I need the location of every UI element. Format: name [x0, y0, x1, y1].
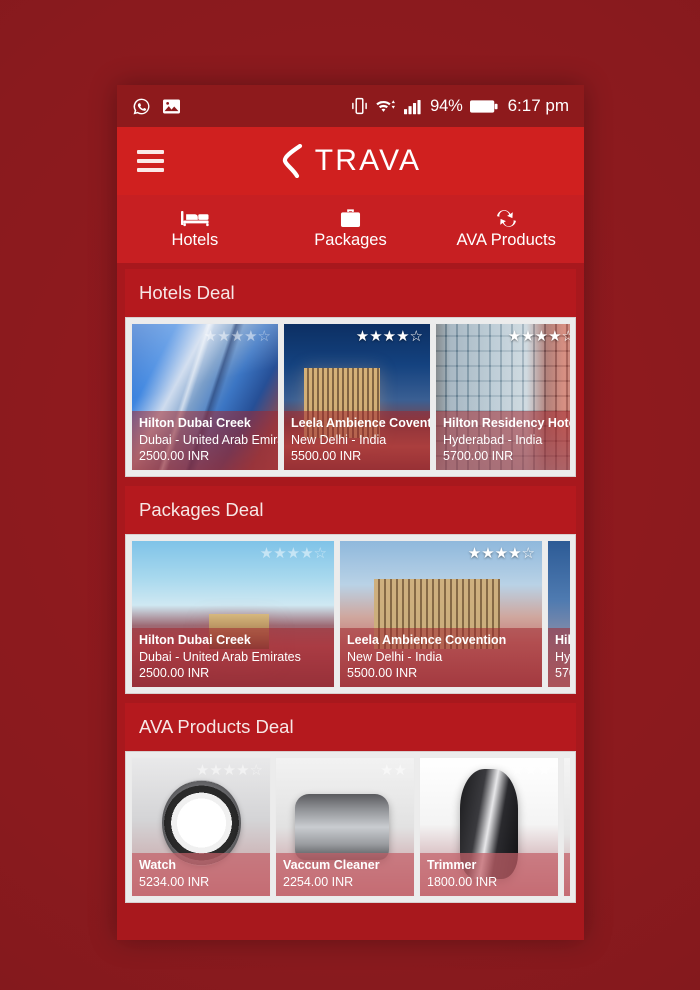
hotel-name: Hilton Dubai Creek: [139, 415, 251, 430]
whatsapp-icon: [132, 97, 151, 116]
hamburger-menu-icon[interactable]: [137, 150, 164, 172]
product-caption: Ba 12: [564, 853, 570, 896]
package-price: 5500.00 INR: [347, 665, 418, 680]
section-packages-deal: Packages Deal ★★★★☆ Hilton Dubai Creek D…: [125, 486, 576, 694]
hotel-location: Dubai - United Arab Emirates: [139, 432, 278, 447]
star-rating: ★★★★☆: [507, 328, 570, 345]
section-title-packages-deal: Packages Deal: [125, 486, 576, 534]
hotel-caption: Hilton Residency Hotel Hyderabad - India…: [436, 410, 570, 470]
star-rating: ★★★★☆: [355, 328, 423, 345]
product-caption: Trimmer 1800.00 INR: [420, 853, 558, 896]
product-price: 2254.00 INR: [283, 874, 354, 889]
package-location: Hyd: [555, 649, 570, 664]
package-deal-card-partial[interactable]: Hilto Hyd 570: [547, 540, 570, 688]
tab-hotels-label: Hotels: [171, 231, 219, 249]
product-name: Watch: [139, 858, 177, 873]
photo-icon: [162, 98, 181, 115]
section-ava-products-deal: AVA Products Deal ★★★★☆ Watch 5234.00 IN…: [125, 703, 576, 903]
status-bar-clock: 6:17 pm: [507, 96, 569, 115]
content-scroll-area[interactable]: Hotels Deal ★★★★☆ Hilton Dubai Creek Dub…: [117, 263, 584, 940]
hotel-price: 2500.00 INR: [139, 448, 210, 463]
tab-packages-label: Packages: [314, 231, 387, 249]
tab-hotels[interactable]: Hotels: [117, 195, 273, 263]
hotel-deal-card[interactable]: ★★★★☆ Leela Ambience Covention New Delhi…: [283, 323, 431, 471]
package-name: Leela Ambience Covention: [347, 632, 507, 647]
product-name: Vaccum Cleaner: [283, 858, 380, 873]
package-caption: Leela Ambience Covention New Delhi - Ind…: [340, 627, 542, 687]
status-bar: 94% 6:17 pm: [117, 85, 584, 127]
products-carousel-frame: ★★★★☆ Watch 5234.00 INR ★★ Vaccum Cleane…: [125, 751, 576, 903]
brand-name: TRAVA: [314, 144, 422, 177]
star-rating: ★★★: [510, 762, 551, 779]
hotel-name: Leela Ambience Covention: [291, 415, 431, 430]
bed-icon: [180, 208, 209, 228]
star-rating: ★★★★☆: [195, 762, 263, 779]
hotel-caption: Hilton Dubai Creek Dubai - United Arab E…: [132, 410, 278, 470]
star-rating: ★★★★☆: [467, 545, 535, 562]
hotels-carousel[interactable]: ★★★★☆ Hilton Dubai Creek Dubai - United …: [131, 323, 570, 471]
battery-percent-label: 94%: [430, 96, 463, 115]
star-rating: ★★: [380, 762, 407, 779]
package-name: Hilton Dubai Creek: [139, 632, 251, 647]
hotel-name: Hilton Residency Hotel: [443, 415, 570, 430]
package-deal-card[interactable]: ★★★★☆ Leela Ambience Covention New Delhi…: [339, 540, 543, 688]
package-price: 570: [555, 665, 570, 680]
status-bar-system: 94% 6:17 pm: [351, 96, 569, 116]
app-bar: TRAVA: [117, 127, 584, 195]
vibrate-icon: [351, 97, 368, 115]
product-caption: Vaccum Cleaner 2254.00 INR: [276, 853, 414, 896]
package-deal-card[interactable]: ★★★★☆ Hilton Dubai Creek Dubai - United …: [131, 540, 335, 688]
package-caption: Hilto Hyd 570: [548, 627, 570, 687]
product-deal-card[interactable]: ★★★ Trimmer 1800.00 INR: [419, 757, 559, 897]
hotel-caption: Leela Ambience Covention New Delhi - Ind…: [284, 410, 431, 470]
packages-carousel-frame: ★★★★☆ Hilton Dubai Creek Dubai - United …: [125, 534, 576, 694]
hamburger-bar: [137, 159, 164, 163]
package-caption: Hilton Dubai Creek Dubai - United Arab E…: [132, 627, 334, 687]
section-title-ava-products-deal: AVA Products Deal: [125, 703, 576, 751]
products-carousel[interactable]: ★★★★☆ Watch 5234.00 INR ★★ Vaccum Cleane…: [131, 757, 570, 897]
signal-icon: [404, 98, 423, 115]
product-deal-card-partial[interactable]: Ba 12: [563, 757, 570, 897]
packages-carousel[interactable]: ★★★★☆ Hilton Dubai Creek Dubai - United …: [131, 540, 570, 688]
section-hotels-deal: Hotels Deal ★★★★☆ Hilton Dubai Creek Dub…: [125, 269, 576, 477]
status-bar-notifications: [132, 97, 181, 116]
product-deal-card[interactable]: ★★ Vaccum Cleaner 2254.00 INR: [275, 757, 415, 897]
star-rating: ★★★★☆: [203, 328, 271, 345]
phone-screen: 94% 6:17 pm TRAVA Hotels Packages AVA Pr…: [117, 85, 584, 940]
briefcase-icon: [340, 208, 361, 228]
app-logo: TRAVA: [117, 144, 584, 178]
section-title-hotels-deal: Hotels Deal: [125, 269, 576, 317]
package-location: Dubai - United Arab Emirates: [139, 649, 301, 664]
product-deal-card[interactable]: ★★★★☆ Watch 5234.00 INR: [131, 757, 271, 897]
product-price: 1800.00 INR: [427, 874, 498, 889]
package-location: New Delhi - India: [347, 649, 443, 664]
trava-chevron-logo-icon: [280, 144, 306, 178]
package-name: Hilto: [555, 632, 570, 647]
hotel-deal-card[interactable]: ★★★★☆ Hilton Residency Hotel Hyderabad -…: [435, 323, 570, 471]
hotels-carousel-frame: ★★★★☆ Hilton Dubai Creek Dubai - United …: [125, 317, 576, 477]
product-caption: Watch 5234.00 INR: [132, 853, 270, 896]
product-name: Trimmer: [427, 858, 477, 873]
star-rating: ★★★★☆: [259, 545, 327, 562]
product-price: 5234.00 INR: [139, 874, 210, 889]
battery-icon: [469, 99, 498, 114]
exchange-icon: [494, 208, 519, 228]
hotel-price: 5700.00 INR: [443, 448, 514, 463]
hamburger-bar: [137, 168, 164, 172]
hotel-price: 5500.00 INR: [291, 448, 362, 463]
package-price: 2500.00 INR: [139, 665, 210, 680]
hotel-location: Hyderabad - India: [443, 432, 543, 447]
tab-ava-products[interactable]: AVA Products: [428, 195, 584, 263]
hamburger-bar: [137, 150, 164, 154]
wifi-icon: [375, 97, 397, 115]
tab-packages[interactable]: Packages: [273, 195, 429, 263]
tab-ava-products-label: AVA Products: [456, 231, 556, 249]
tab-bar: Hotels Packages AVA Products: [117, 195, 584, 263]
hotel-deal-card[interactable]: ★★★★☆ Hilton Dubai Creek Dubai - United …: [131, 323, 279, 471]
hotel-location: New Delhi - India: [291, 432, 387, 447]
